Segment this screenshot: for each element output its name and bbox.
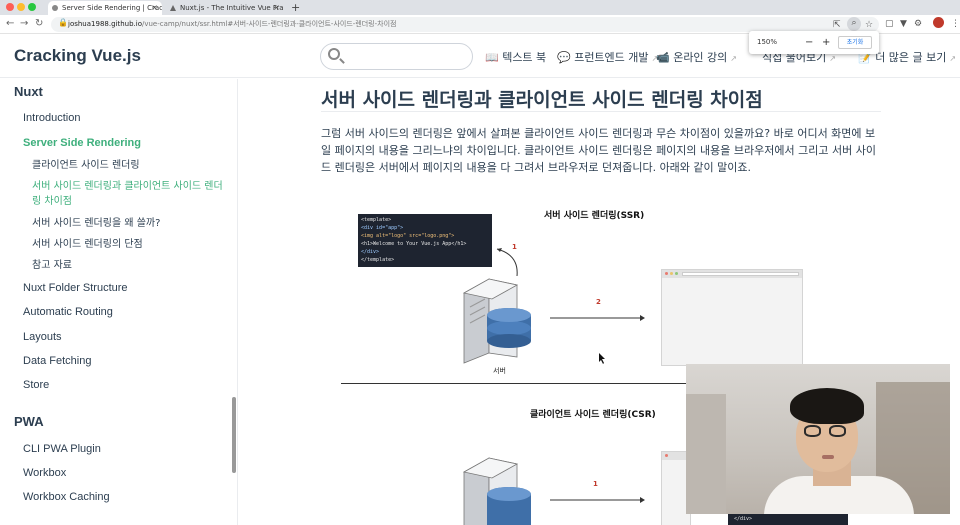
search-icon [328,48,340,60]
step-number-csr-1: 1 [593,480,598,488]
more-menu-icon[interactable]: ⋮ [951,18,960,30]
zoom-reset-button[interactable]: 초기화 [838,36,872,49]
server-icon-csr [462,457,531,525]
external-link-icon: ↗ [949,54,957,63]
sidebar-item-cli-pwa-plugin[interactable]: CLI PWA Plugin [23,443,101,455]
zoom-level: 150% [757,38,778,46]
address-field-illustration [682,272,799,276]
arrow-head [640,315,645,321]
window-dot [665,272,668,275]
maximize-window-icon[interactable] [28,3,36,11]
tab-title: Nuxt.js - The Intuitive Vue Fram [180,4,284,12]
share-icon[interactable]: ⇱ [833,19,841,31]
url-text: joshua1988.github.io/vue-camp/nuxt/ssr.h… [68,20,397,28]
mouse-cursor-icon [599,353,605,364]
tab-close-icon[interactable]: × [273,1,280,15]
window-dot [670,272,673,275]
browser-tab[interactable]: Nuxt.js - The Intuitive Vue Fram × [166,1,284,15]
lock-icon: 🔒 [58,18,68,27]
zoom-out-button[interactable]: − [805,31,813,54]
extension-icon[interactable]: ▢ [885,18,894,30]
browser-window-illustration [661,269,803,366]
webcam-overlay [686,364,950,514]
nuxt-favicon-icon [170,5,176,11]
glasses-lens-left [804,425,821,437]
code-snippet-tail: </div> [728,513,848,525]
search-input[interactable] [320,43,473,70]
sidebar-scrollbar[interactable] [232,397,236,473]
sidebar-item-automatic-routing[interactable]: Automatic Routing [23,306,113,318]
forward-arrow-icon[interactable]: → [20,17,28,31]
sidebar-subitem-ssr-cons[interactable]: 서버 사이드 렌더링의 단점 [32,237,227,252]
site-brand[interactable]: Cracking Vue.js [14,46,141,66]
extension-puzzle-icon[interactable]: ⚙ [914,18,922,30]
window-dot [675,272,678,275]
zoom-icon[interactable]: ⌕ [847,17,861,31]
csr-title: 클라이언트 사이드 렌더링(CSR) [530,410,656,420]
external-link-icon: ↗ [730,54,737,63]
browser-tab-strip: Server Side Rendering | Crackin × Nuxt.j… [0,0,960,15]
bookmark-star-icon[interactable]: ☆ [865,19,873,31]
sidebar-item-workbox[interactable]: Workbox [23,467,66,479]
sidebar-subitem-references[interactable]: 참고 자료 [32,258,227,273]
extension-vue-icon[interactable]: ▼ [900,18,907,30]
sidebar: Nuxt Introduction Server Side Rendering … [0,79,238,525]
section-divider-line [341,383,686,384]
page-favicon-icon [52,5,58,11]
zoom-popup: 150% − + 초기화 [749,31,879,54]
page-title: 서버 사이드 렌더링과 클라이언트 사이드 렌더링 차이점 [321,89,763,111]
address-bar[interactable]: 🔒 joshua1988.github.io/vue-camp/nuxt/ssr… [51,17,879,32]
close-window-icon[interactable] [6,3,14,11]
sidebar-group-pwa[interactable]: PWA [14,414,44,429]
sidebar-item-workbox-caching[interactable]: Workbox Caching [23,491,110,503]
arrow-head [640,497,645,503]
external-link-icon: ↗ [829,54,836,63]
sidebar-subitem-ssr-vs-csr[interactable]: 서버 사이드 렌더링과 클라이언트 사이드 렌더링 차이점 [32,179,227,209]
sidebar-group-nuxt[interactable]: Nuxt [14,84,43,99]
server-caption: 서버 [493,367,506,375]
webcam-door [686,394,726,514]
glasses-lens-right [829,425,846,437]
sidebar-item-introduction[interactable]: Introduction [23,112,80,124]
presenter-mouth [822,455,834,459]
profile-avatar[interactable] [933,17,944,28]
sidebar-item-store[interactable]: Store [23,379,49,391]
back-arrow-icon[interactable]: ← [6,17,14,31]
nav-textbook[interactable]: 📖 텍스트 북 [485,49,546,65]
new-tab-icon[interactable]: + [291,0,300,15]
tab-title: Server Side Rendering | Crackin [62,4,162,12]
reload-icon[interactable]: ↻ [35,17,43,31]
sidebar-subitem-why-ssr[interactable]: 서버 사이드 렌더링을 왜 쓸까? [32,216,227,231]
nav-frontend-dev[interactable]: 💬 프런트엔드 개발 ↗ [557,49,658,65]
minimize-window-icon[interactable] [17,3,25,11]
sidebar-subitem-csr[interactable]: 클라이언트 사이드 렌더링 [32,158,227,173]
tab-close-icon[interactable]: × [151,1,158,15]
title-divider [321,111,881,112]
presenter-hair [790,388,864,424]
arrow-code-curve [496,248,518,277]
nav-online-course[interactable]: 📹 온라인 강의 ↗ [656,49,737,65]
sidebar-item-data-fetching[interactable]: Data Fetching [23,355,91,367]
zoom-in-button[interactable]: + [822,31,830,54]
sidebar-item-folder-structure[interactable]: Nuxt Folder Structure [23,282,128,294]
content-paragraph: 그럼 서버 사이드의 렌더링은 앞에서 살펴본 클라이언트 사이드 렌더링과 무… [321,127,876,174]
server-icon [462,278,531,364]
browser-illustration-bar [662,270,802,278]
sidebar-item-layouts[interactable]: Layouts [23,331,62,343]
browser-tab-active[interactable]: Server Side Rendering | Crackin × [48,1,162,15]
window-dot [665,454,668,457]
sidebar-item-server-side-rendering[interactable]: Server Side Rendering [23,137,141,149]
